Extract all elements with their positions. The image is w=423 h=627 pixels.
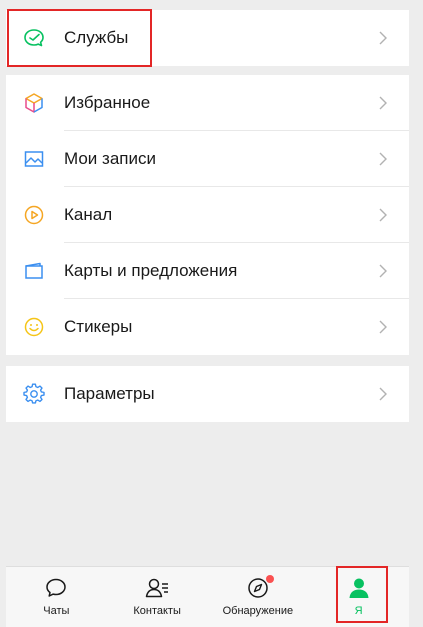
- tab-contacts-label: Контакты: [133, 605, 181, 617]
- image-icon: [22, 147, 46, 171]
- cards-offers-row[interactable]: Карты и предложения: [6, 243, 409, 299]
- services-highlight-box: [7, 9, 152, 67]
- tab-me-highlight-box: [336, 566, 388, 623]
- chevron-right-icon: [373, 208, 393, 222]
- chevron-right-icon: [373, 264, 393, 278]
- my-posts-row[interactable]: Мои записи: [6, 131, 409, 187]
- chevron-right-icon: [373, 96, 393, 110]
- notification-dot: [265, 575, 274, 583]
- tab-contacts[interactable]: Контакты: [107, 567, 208, 627]
- channel-row[interactable]: Канал: [6, 187, 409, 243]
- play-circle-icon: [22, 203, 46, 227]
- card-icon: [22, 259, 46, 283]
- chevron-right-icon: [373, 387, 393, 401]
- chevron-right-icon: [373, 152, 393, 166]
- me-page: Службы Избранное Мои записи Канал Карты …: [0, 0, 423, 627]
- favorites-label: Избранное: [64, 93, 151, 112]
- chevron-right-icon: [373, 320, 393, 334]
- settings-row[interactable]: Параметры: [6, 366, 409, 422]
- gear-icon: [22, 382, 46, 406]
- smile-icon: [22, 315, 46, 339]
- settings-section: Параметры: [6, 366, 409, 422]
- contacts-icon: [144, 575, 170, 601]
- stickers-row[interactable]: Стикеры: [6, 299, 409, 355]
- main-section: Избранное Мои записи Канал Карты и предл…: [6, 75, 409, 355]
- stickers-label: Стикеры: [64, 317, 133, 336]
- channel-label: Канал: [64, 205, 113, 224]
- cards-offers-label: Карты и предложения: [64, 261, 238, 280]
- tab-discover-label: Обнаружение: [222, 605, 294, 617]
- tab-discover[interactable]: Обнаружение: [208, 567, 309, 627]
- chevron-right-icon: [373, 31, 393, 45]
- favorites-row[interactable]: Избранное: [6, 75, 409, 131]
- cube-icon: [22, 91, 46, 115]
- tab-chats-label: Чаты: [43, 605, 70, 617]
- my-posts-label: Мои записи: [64, 149, 156, 168]
- tab-chats[interactable]: Чаты: [6, 567, 107, 627]
- settings-label: Параметры: [64, 384, 155, 403]
- chat-bubble-icon: [43, 575, 69, 601]
